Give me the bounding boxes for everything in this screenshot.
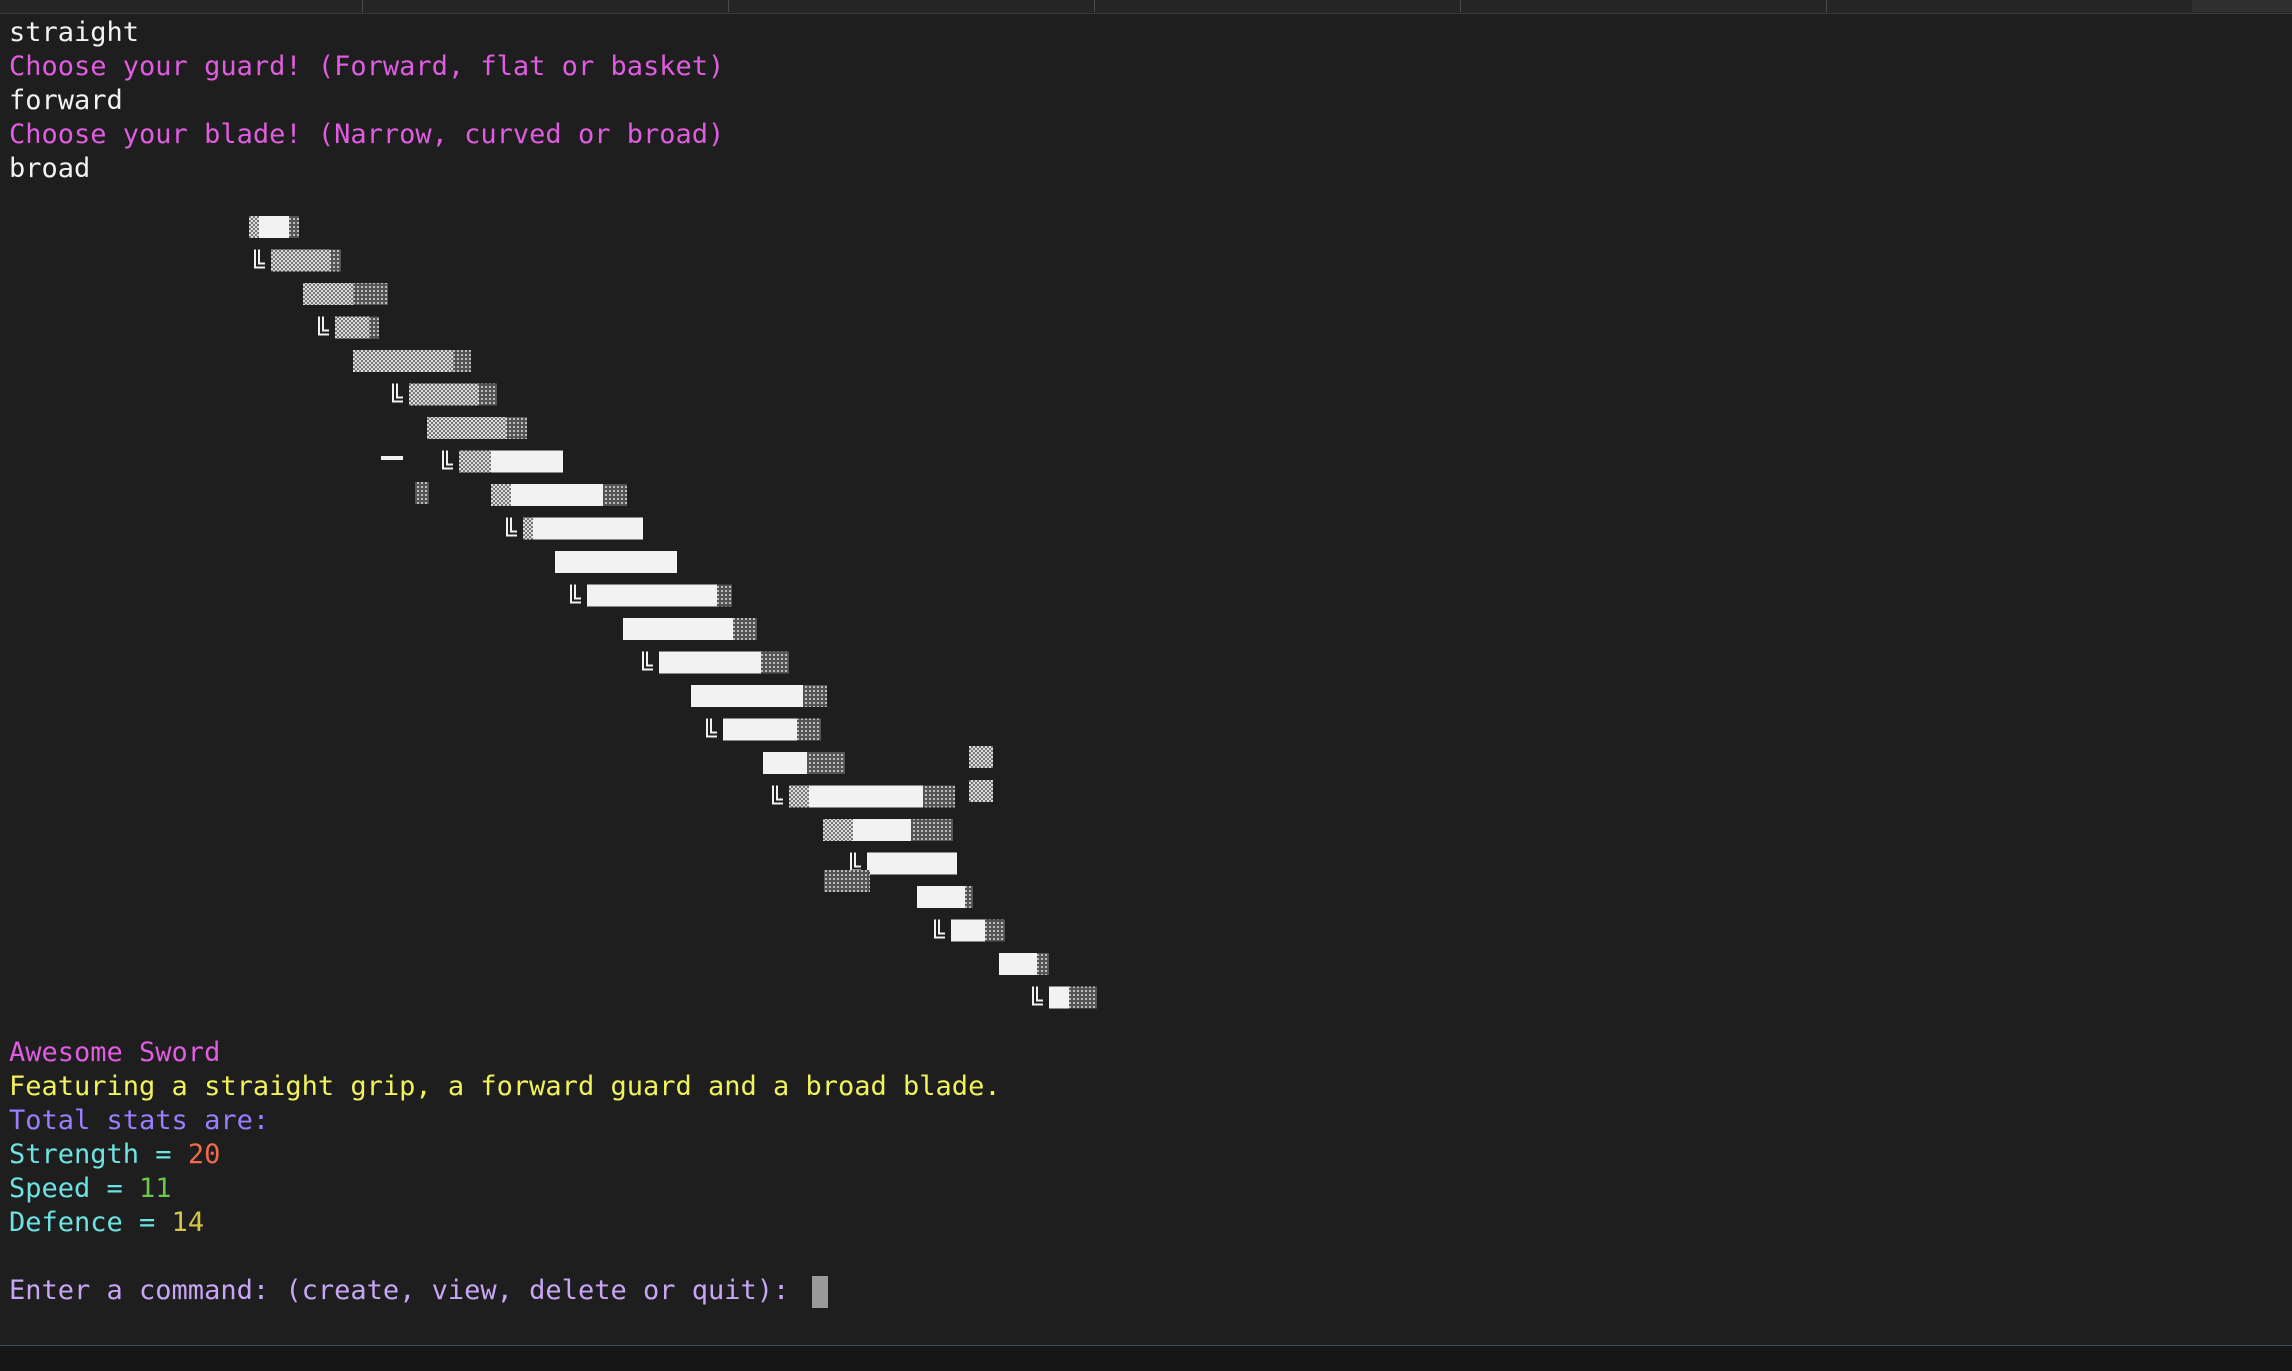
stat-label: Defence = <box>9 1207 172 1238</box>
block-cursor-icon[interactable] <box>811 1275 828 1308</box>
command-prompt: Enter a command: (create, view, delete o… <box>9 1275 806 1306</box>
sword-block <box>459 450 491 473</box>
sword-edge <box>570 584 581 604</box>
sword-block <box>823 819 853 841</box>
sword-block <box>303 283 353 305</box>
blade-prompt: Choose your blade! (Narrow, curved or br… <box>9 119 725 150</box>
input-echo-blade: broad <box>9 153 91 184</box>
sword-block <box>511 484 603 506</box>
sword-block <box>533 517 643 540</box>
sword-block <box>761 651 789 674</box>
sword-edge <box>772 785 783 805</box>
command-prompt-line[interactable]: Enter a command: (create, view, delete o… <box>9 1274 2279 1308</box>
sword-block <box>479 383 497 406</box>
sword-edge <box>1032 986 1043 1006</box>
sword-block <box>789 785 809 808</box>
sword-block <box>491 484 511 506</box>
stat-label: Speed = <box>9 1173 140 1204</box>
sword-name: Awesome Sword <box>9 1037 221 1068</box>
sword-block <box>923 785 955 808</box>
sword-block <box>917 886 965 908</box>
sword-block <box>853 819 911 841</box>
tab-divider <box>1460 0 1461 12</box>
sword-edge <box>442 450 453 470</box>
tab-divider <box>1094 0 1095 12</box>
sword-block <box>969 746 993 768</box>
sword-edge <box>642 651 653 671</box>
sword-block <box>723 718 797 741</box>
sword-edge <box>850 852 861 872</box>
sword-block <box>691 685 803 707</box>
sword-block <box>733 618 757 640</box>
guard-prompt: Choose your guard! (Forward, flat or bas… <box>9 51 725 82</box>
tab-divider <box>728 0 729 12</box>
sword-block <box>965 886 973 908</box>
tab-divider <box>1826 0 1827 12</box>
sword-block <box>969 780 993 802</box>
stat-value: 11 <box>139 1173 172 1204</box>
sword-ascii-art <box>9 186 2279 1036</box>
sword-block <box>623 618 733 640</box>
sword-edge <box>392 383 403 403</box>
stat-label: Strength = <box>9 1139 188 1170</box>
window-bottom-edge <box>0 1345 2292 1371</box>
sword-block <box>271 249 331 272</box>
stat-strength: Strength = 20 <box>9 1138 2279 1172</box>
sword-block <box>507 417 527 439</box>
sword-block <box>803 685 827 707</box>
sword-block <box>1037 953 1049 975</box>
sword-block <box>797 718 821 741</box>
sword-block <box>555 551 677 573</box>
sword-edge <box>706 718 717 738</box>
sword-block <box>427 417 507 439</box>
sword-block <box>523 517 533 540</box>
input-echo-guard: forward <box>9 85 123 116</box>
sword-block <box>824 870 870 892</box>
stat-value: 20 <box>187 1139 221 1170</box>
sword-block <box>409 383 479 406</box>
sword-block <box>335 316 369 339</box>
sword-block <box>763 752 807 774</box>
sword-block <box>331 249 341 272</box>
sword-block <box>491 450 563 473</box>
terminal-output[interactable]: straight Choose your guard! (Forward, fl… <box>9 16 2279 1341</box>
sword-edge <box>254 249 265 269</box>
active-tab[interactable] <box>2192 0 2292 12</box>
sword-block <box>1069 986 1097 1009</box>
stats-header: Total stats are: <box>9 1105 270 1136</box>
sword-block <box>985 919 1005 942</box>
sword-block <box>587 584 717 607</box>
sword-block <box>415 482 429 504</box>
sword-block <box>259 216 289 238</box>
sword-block <box>999 953 1037 975</box>
sword-block <box>717 584 732 607</box>
sword-block <box>911 819 953 841</box>
sword-block <box>603 484 627 506</box>
sword-block <box>249 216 259 238</box>
sword-block <box>951 919 985 942</box>
sword-edge <box>506 517 517 537</box>
sword-edge <box>934 919 945 939</box>
sword-block <box>807 752 845 774</box>
sword-block <box>659 651 761 674</box>
tab-divider <box>362 0 363 12</box>
sword-block <box>353 350 453 372</box>
stat-speed: Speed = 11 <box>9 1172 2279 1206</box>
sword-block <box>289 216 299 238</box>
sword-block <box>809 785 923 808</box>
sword-block <box>369 316 379 339</box>
sword-edge <box>318 316 329 336</box>
sword-description: Featuring a straight grip, a forward gua… <box>9 1071 1001 1102</box>
sword-block <box>381 456 403 460</box>
stat-value: 14 <box>171 1207 205 1238</box>
sword-block <box>453 350 471 372</box>
stat-defence: Defence = 14 <box>9 1206 2279 1240</box>
sword-block <box>867 852 957 875</box>
input-echo-grip: straight <box>9 17 140 48</box>
sword-art-canvas <box>249 216 1097 1009</box>
tab-strip <box>0 0 2292 14</box>
sword-block <box>1049 986 1069 1009</box>
sword-block <box>353 283 388 305</box>
